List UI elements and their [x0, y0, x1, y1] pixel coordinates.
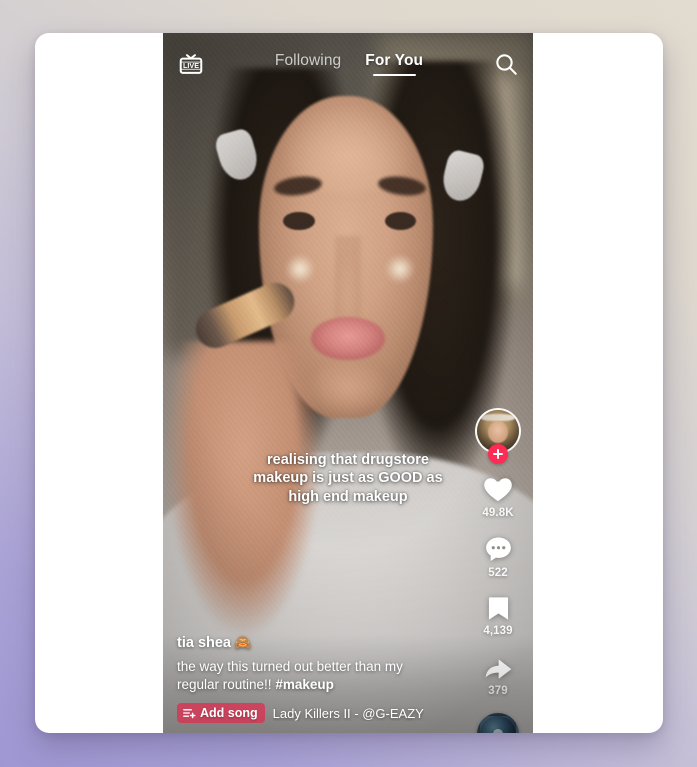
tab-for-you[interactable]: For You	[364, 50, 424, 78]
creator-avatar[interactable]	[475, 408, 521, 464]
username-emoji: 🙈	[234, 634, 252, 651]
app-card: LIVE Following For You realising that dr…	[35, 33, 663, 733]
tab-following[interactable]: Following	[274, 50, 342, 78]
video-description: the way this turned out better than my r…	[177, 658, 445, 694]
song-title[interactable]: Lady Killers II - @G-EAZY	[273, 706, 424, 721]
bookmark-button[interactable]: 4,139	[483, 593, 514, 637]
video-player[interactable]: LIVE Following For You realising that dr…	[163, 33, 533, 733]
video-info: tia shea 🙈 the way this turned out bette…	[163, 634, 533, 733]
add-song-button[interactable]: Add song	[177, 703, 265, 723]
live-tv-icon[interactable]: LIVE	[177, 50, 205, 78]
comment-icon[interactable]	[482, 533, 515, 566]
top-bar: LIVE Following For You	[163, 33, 533, 95]
comment-count: 522	[488, 567, 508, 579]
search-icon[interactable]	[493, 51, 519, 77]
caption-hashtag[interactable]: #makeup	[275, 677, 334, 692]
playlist-add-icon	[183, 709, 196, 719]
svg-text:LIVE: LIVE	[183, 61, 199, 70]
bookmark-icon[interactable]	[483, 593, 514, 624]
like-button[interactable]: 49.8K	[481, 472, 515, 519]
comment-button[interactable]: 522	[482, 533, 515, 579]
creator-username[interactable]: tia shea 🙈	[177, 634, 461, 651]
like-count: 49.8K	[482, 507, 514, 519]
heart-icon[interactable]	[481, 472, 515, 506]
music-row: Add song Lady Killers II - @G-EAZY	[177, 703, 461, 723]
username-text: tia shea	[177, 634, 231, 651]
add-song-label: Add song	[200, 706, 258, 720]
feed-tabs: Following For You	[205, 50, 493, 78]
follow-button[interactable]	[488, 444, 508, 464]
